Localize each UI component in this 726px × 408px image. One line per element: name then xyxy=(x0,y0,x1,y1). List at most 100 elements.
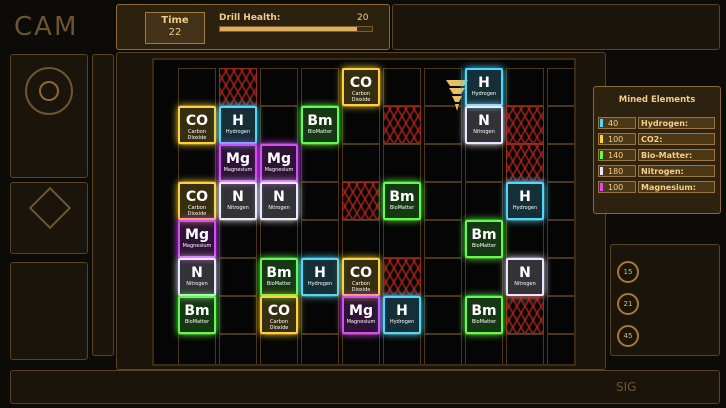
element-symbol: N xyxy=(467,113,501,129)
grid-cell[interactable] xyxy=(547,258,576,296)
grid-cell[interactable] xyxy=(178,68,216,106)
grid-cell[interactable] xyxy=(178,334,216,366)
element-tile-co[interactable]: COCarbon Dioxide xyxy=(260,296,298,334)
element-name: BioMatter xyxy=(467,243,501,249)
element-tile-bm[interactable]: BmBioMatter xyxy=(260,258,298,296)
grid-cell[interactable] xyxy=(260,334,298,366)
grid-cell[interactable] xyxy=(383,144,421,182)
element-tile-n[interactable]: NNitrogen xyxy=(506,258,544,296)
element-tile-n[interactable]: NNitrogen xyxy=(465,106,503,144)
element-tile-co[interactable]: COCarbon Dioxide xyxy=(178,182,216,220)
element-tile-bm[interactable]: BmBioMatter xyxy=(301,106,339,144)
grid-cell[interactable] xyxy=(547,106,576,144)
grid-cell[interactable] xyxy=(178,144,216,182)
element-tile-bm[interactable]: BmBioMatter xyxy=(383,182,421,220)
hazard-hex-cell xyxy=(383,106,421,144)
element-name: Magnesium xyxy=(221,167,255,173)
time-label: Time xyxy=(146,15,204,26)
grid-cell[interactable] xyxy=(424,144,462,182)
grid-cell[interactable] xyxy=(219,334,257,366)
grid-cell[interactable] xyxy=(260,106,298,144)
grid-cell[interactable] xyxy=(342,144,380,182)
grid-cell[interactable] xyxy=(547,296,576,334)
element-tile-bm[interactable]: BmBioMatter xyxy=(465,220,503,258)
mined-count: 40 xyxy=(598,117,636,129)
grid-cell[interactable] xyxy=(424,220,462,258)
hazard-hex-cell xyxy=(342,182,380,220)
grid-cell[interactable] xyxy=(301,144,339,182)
mined-count: 100 xyxy=(598,181,636,193)
grid-cell[interactable] xyxy=(506,334,544,366)
element-tile-co[interactable]: COCarbon Dioxide xyxy=(342,258,380,296)
grid-cell[interactable] xyxy=(547,144,576,182)
element-tile-mg[interactable]: MgMagnesium xyxy=(260,144,298,182)
grid-cell[interactable] xyxy=(465,258,503,296)
mined-elements-title: Mined Elements xyxy=(594,95,720,105)
grid-cell[interactable] xyxy=(383,220,421,258)
grid-cell[interactable] xyxy=(424,68,462,106)
grid-cell[interactable] xyxy=(424,296,462,334)
element-tile-n[interactable]: NNitrogen xyxy=(260,182,298,220)
grid-cell[interactable] xyxy=(301,68,339,106)
element-tile-h[interactable]: HHydrogen xyxy=(465,68,503,106)
grid-cell[interactable] xyxy=(383,334,421,366)
grid-cell[interactable] xyxy=(219,296,257,334)
element-tile-co[interactable]: COCarbon Dioxide xyxy=(178,106,216,144)
element-tile-bm[interactable]: BmBioMatter xyxy=(178,296,216,334)
grid-cell[interactable] xyxy=(260,220,298,258)
left-radar-panel xyxy=(10,54,88,178)
grid-cell[interactable] xyxy=(301,182,339,220)
element-name: Magnesium xyxy=(262,167,296,173)
grid-cell[interactable] xyxy=(547,182,576,220)
element-name: Carbon Dioxide xyxy=(344,91,378,103)
grid-cell[interactable] xyxy=(465,182,503,220)
element-tile-h[interactable]: HHydrogen xyxy=(219,106,257,144)
element-tile-mg[interactable]: MgMagnesium xyxy=(219,144,257,182)
mined-element-name: Nitrogen: xyxy=(638,165,715,177)
grid-cell[interactable] xyxy=(424,182,462,220)
element-symbol: H xyxy=(508,189,542,205)
element-tile-h[interactable]: HHydrogen xyxy=(383,296,421,334)
mined-row: 180Nitrogen: xyxy=(598,165,715,177)
grid-cell[interactable] xyxy=(424,106,462,144)
grid-cell[interactable] xyxy=(547,334,576,366)
grid-cell[interactable] xyxy=(301,296,339,334)
element-symbol: CO xyxy=(262,303,296,319)
grid-cell[interactable] xyxy=(547,68,576,106)
grid-cell[interactable] xyxy=(342,220,380,258)
element-symbol: Mg xyxy=(262,151,296,167)
grid-cell[interactable] xyxy=(301,220,339,258)
grid-cell[interactable] xyxy=(219,258,257,296)
grid-cell[interactable] xyxy=(219,220,257,258)
element-symbol: H xyxy=(385,303,419,319)
time-value: 22 xyxy=(146,27,204,38)
grid-cell[interactable] xyxy=(465,334,503,366)
grid-cell[interactable] xyxy=(506,68,544,106)
element-tile-co[interactable]: COCarbon Dioxide xyxy=(342,68,380,106)
grid-cell[interactable] xyxy=(465,144,503,182)
grid-cell[interactable] xyxy=(342,334,380,366)
mined-count: 100 xyxy=(598,133,636,145)
mined-count: 140 xyxy=(598,149,636,161)
grid-cell[interactable] xyxy=(342,106,380,144)
grid-cell[interactable] xyxy=(301,334,339,366)
element-tile-mg[interactable]: MgMagnesium xyxy=(342,296,380,334)
element-symbol: Bm xyxy=(467,227,501,243)
element-tile-n[interactable]: NNitrogen xyxy=(178,258,216,296)
element-tile-mg[interactable]: MgMagnesium xyxy=(178,220,216,258)
grid-cell[interactable] xyxy=(424,258,462,296)
element-symbol: Mg xyxy=(344,303,378,319)
gauge-1: 15 xyxy=(617,261,639,283)
element-tile-bm[interactable]: BmBioMatter xyxy=(465,296,503,334)
hazard-hex-cell xyxy=(506,144,544,182)
grid-cell[interactable] xyxy=(506,220,544,258)
mining-grid[interactable]: COCarbon DioxideHHydrogenCOCarbon Dioxid… xyxy=(152,58,576,366)
grid-cell[interactable] xyxy=(260,68,298,106)
element-tile-n[interactable]: NNitrogen xyxy=(219,182,257,220)
grid-cell[interactable] xyxy=(547,220,576,258)
grid-cell[interactable] xyxy=(383,68,421,106)
element-tile-h[interactable]: HHydrogen xyxy=(506,182,544,220)
element-tile-h[interactable]: HHydrogen xyxy=(301,258,339,296)
grid-cell[interactable] xyxy=(424,334,462,366)
element-name: Nitrogen xyxy=(508,281,542,287)
